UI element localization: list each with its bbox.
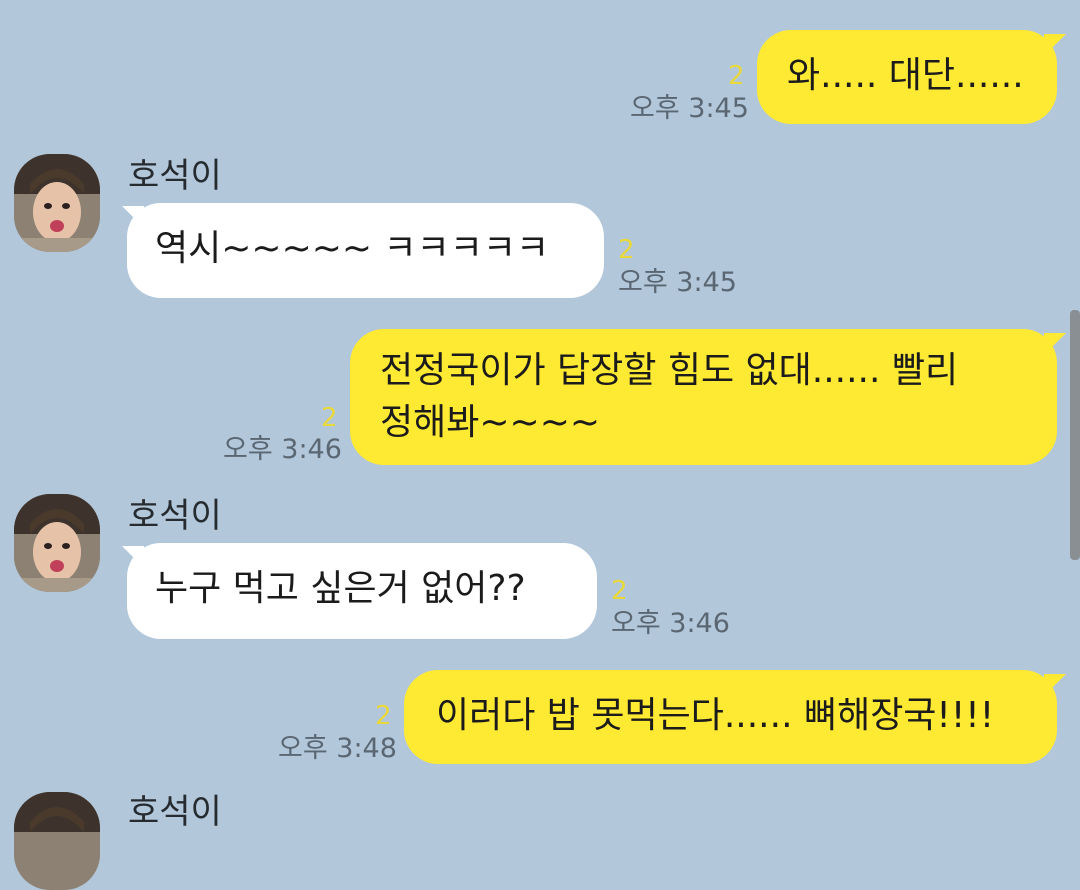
profile-photo-icon [14,792,100,890]
other-message-bubble[interactable]: 역시~~~~~ ㅋㅋㅋㅋㅋ [127,203,604,298]
avatar[interactable] [14,494,100,592]
unread-count: 2 [611,576,628,606]
message-text: 와..... 대단...... [787,55,1024,96]
avatar[interactable] [14,792,100,890]
unread-count: 2 [618,235,635,265]
my-message-bubble[interactable]: 이러다 밥 못먹는다...... 뼈해장국!!!! [404,670,1057,764]
message-text: 이러다 밥 못먹는다...... 뼈해장국!!!! [436,695,995,736]
bubble-tail [1044,34,1066,56]
message-time: 오후 3:46 [611,608,730,639]
message-time: 오후 3:45 [618,267,737,298]
message-time: 오후 3:45 [630,93,749,124]
bubble-tail [1044,674,1066,696]
sender-name: 호석이 [128,496,222,536]
unread-count: 2 [728,61,745,91]
message-text: 역시~~~~~ ㅋㅋㅋㅋㅋ [155,228,550,269]
message-text-line: 정해봐~~~~ [380,402,601,443]
scrollbar[interactable] [1070,310,1080,560]
sender-name: 호석이 [128,156,222,196]
other-message-bubble[interactable]: 누구 먹고 싶은거 없어?? [127,543,597,639]
profile-photo-icon [14,154,100,252]
message-time: 오후 3:46 [223,434,342,465]
my-message-bubble[interactable]: 와..... 대단...... [757,30,1057,124]
profile-photo-icon [14,494,100,592]
message-text-line: 전정국이가 답장할 힘도 없대...... 빨리 [380,350,959,391]
message-time: 오후 3:48 [278,733,397,764]
sender-name: 호석이 [128,792,222,832]
unread-count: 2 [375,701,392,731]
unread-count: 2 [321,403,338,433]
avatar[interactable] [14,154,100,252]
my-message-bubble[interactable]: 전정국이가 답장할 힘도 없대...... 빨리 정해봐~~~~ [350,329,1057,465]
bubble-tail [1044,333,1066,355]
message-text: 누구 먹고 싶은거 없어?? [155,568,526,609]
